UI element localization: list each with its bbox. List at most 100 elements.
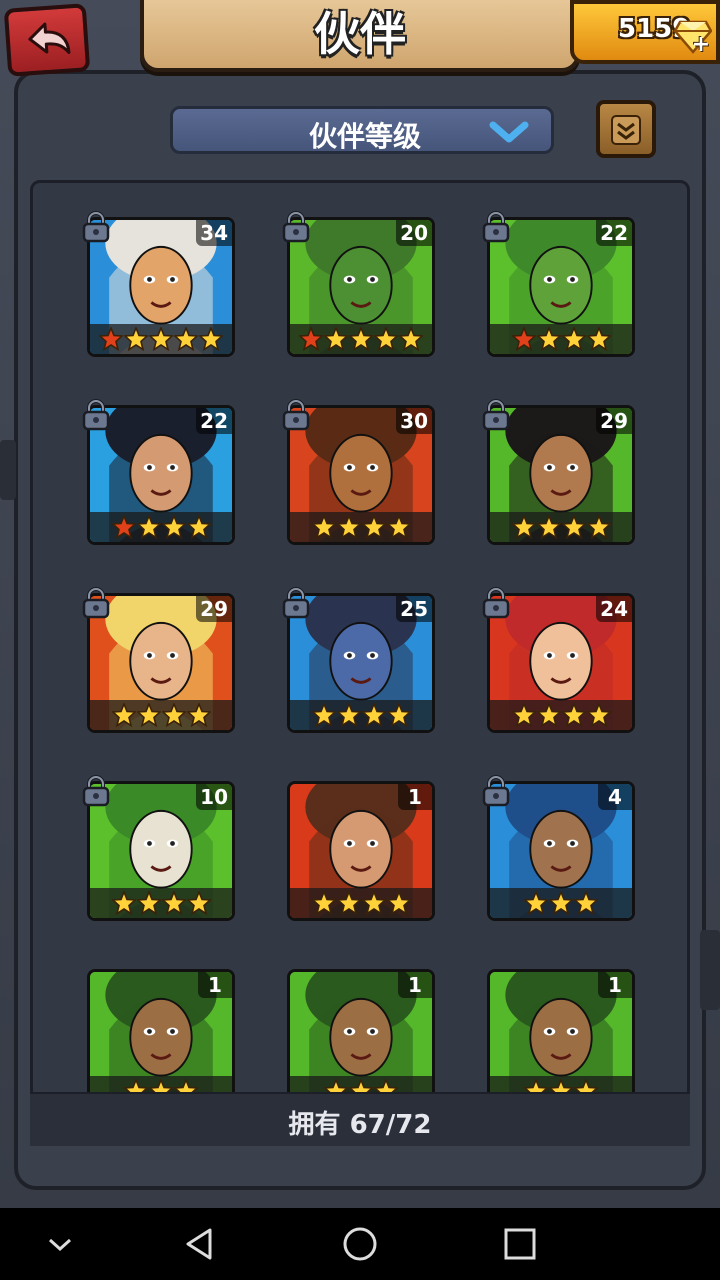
star-icon [561,515,586,539]
add-gems-icon[interactable]: + [690,34,712,56]
partner-level: 25 [396,596,432,622]
lock-icon [82,587,110,619]
star-icon [536,515,561,539]
star-icon [361,703,386,727]
star-icon [136,891,161,915]
star-rating [490,324,632,354]
partner-level: 22 [596,220,632,246]
star-icon [111,703,136,727]
lock-icon [482,775,510,807]
partner-level: 1 [598,972,632,998]
star-icon [186,703,211,727]
star-icon [324,327,348,351]
partner-level: 30 [396,408,432,434]
star-icon [386,515,411,539]
star-icon [161,891,186,915]
star-icon [574,891,598,915]
star-icon [111,891,136,915]
owned-count: 拥有 67/72 [288,1110,432,1140]
star-icon [136,703,161,727]
page-title: 伙伴 [314,7,406,61]
star-icon [336,891,361,915]
star-icon [561,327,586,351]
partner-level: 22 [196,408,232,434]
partner-level: 4 [598,784,632,810]
scroll-button[interactable] [596,100,656,158]
gem-counter[interactable]: 5159 + [570,0,720,64]
star-rating [490,700,632,730]
triangle-back-icon[interactable] [180,1224,220,1264]
partners-screen: 伙伴 5159 + 伙伴等级 34 20 22 22 30 29 29 25 24 10 1 4 1 1 1… [0,0,720,1208]
star-icon [186,891,211,915]
red-star-icon [99,327,123,351]
star-icon [536,327,561,351]
red-star-icon [511,327,536,351]
lock-icon [82,211,110,243]
star-icon [399,327,423,351]
star-rating [290,512,432,542]
back-button[interactable] [3,3,91,77]
partner-level: 29 [596,408,632,434]
star-rating [90,512,232,542]
partner-grid: 34 20 22 22 30 29 29 25 24 10 1 4 1 1 1 [30,180,690,1146]
star-icon [586,515,611,539]
partner-card[interactable]: 1 [487,969,635,1109]
star-icon [311,515,336,539]
star-icon [336,515,361,539]
partner-level: 1 [398,784,432,810]
crack-decoration [700,930,720,1010]
partner-level: 34 [196,220,232,246]
partner-card[interactable]: 1 [87,969,235,1109]
star-icon [136,515,161,539]
star-icon [536,703,561,727]
star-icon [524,891,548,915]
partner-level: 10 [196,784,232,810]
partner-level: 1 [198,972,232,998]
star-rating [90,700,232,730]
star-rating [90,888,232,918]
star-icon [186,515,211,539]
star-icon [161,515,186,539]
back-arrow-icon [28,22,71,55]
square-recents-icon[interactable] [500,1224,540,1264]
star-icon [349,327,373,351]
android-nav-bar [0,1208,720,1280]
star-rating [490,888,632,918]
red-star-icon [299,327,323,351]
lock-icon [482,399,510,431]
lock-icon [482,211,510,243]
star-icon [311,703,336,727]
star-rating [490,512,632,542]
star-icon [386,891,411,915]
partner-card[interactable]: 1 [287,969,435,1109]
star-icon [161,703,186,727]
owned-bar: 拥有 67/72 [30,1092,690,1146]
star-icon [336,703,361,727]
partner-level: 20 [396,220,432,246]
star-icon [511,703,536,727]
lock-icon [82,775,110,807]
lock-icon [282,399,310,431]
chevron-down-icon [489,121,529,143]
crack-decoration [0,440,16,500]
star-icon [586,327,611,351]
partner-level: 1 [398,972,432,998]
lock-icon [282,587,310,619]
star-icon [149,327,173,351]
partner-level: 29 [196,596,232,622]
star-rating [290,888,432,918]
star-icon [361,891,386,915]
star-icon [361,515,386,539]
star-rating [290,700,432,730]
star-icon [311,891,336,915]
partner-card[interactable]: 1 [287,781,435,921]
scroll-icon [611,115,641,145]
star-rating [290,324,432,354]
lock-icon [82,399,110,431]
circle-home-icon[interactable] [340,1224,380,1264]
sort-dropdown[interactable]: 伙伴等级 [170,106,554,154]
star-icon [374,327,398,351]
partner-level: 24 [596,596,632,622]
chevron-down-icon[interactable] [40,1224,80,1264]
lock-icon [282,211,310,243]
